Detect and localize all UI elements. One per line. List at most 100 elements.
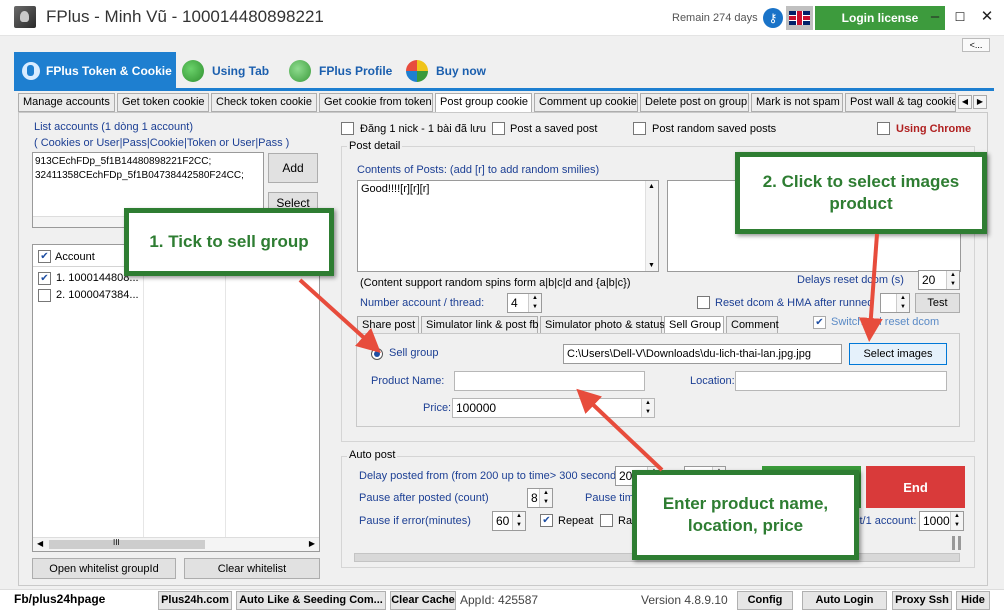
spin-arrows-icon[interactable]: ▲▼ xyxy=(946,271,959,289)
open-whitelist-button[interactable]: Open whitelist groupId xyxy=(32,558,176,579)
per-account-label: st/1 account: xyxy=(854,515,917,527)
price-stepper[interactable]: 100000 ▲ ▼ xyxy=(452,398,655,418)
select-all-checkbox[interactable] xyxy=(38,250,51,263)
hide-button[interactable]: Hide xyxy=(956,591,990,610)
pause-grip-icon xyxy=(952,536,962,550)
collapse-button[interactable]: <... xyxy=(962,38,990,52)
scroll-left-icon[interactable]: ◀ xyxy=(37,539,43,548)
tab-fplus-profile[interactable]: FPlus Profile xyxy=(289,52,409,89)
uk-flag-icon[interactable] xyxy=(786,6,813,30)
spin-arrows-icon[interactable]: ▲▼ xyxy=(896,294,909,312)
spin-arrows-icon[interactable]: ▲▼ xyxy=(528,294,541,312)
location-label: Location: xyxy=(690,375,735,387)
tab-manage-accounts[interactable]: Manage accounts xyxy=(18,93,115,112)
plus24h-button[interactable]: Plus24h.com xyxy=(158,591,232,610)
per-account-stepper[interactable]: 1000 ▲ ▼ xyxy=(919,511,964,531)
auto-login-button[interactable]: Auto Login xyxy=(802,591,887,610)
spin-arrows-icon[interactable]: ▲▼ xyxy=(950,512,963,530)
price-label: Price: xyxy=(423,402,452,414)
spin-note: (Content support random spins form a|b|c… xyxy=(360,277,631,289)
delays-reset-stepper[interactable]: 20 ▲ ▼ xyxy=(918,270,960,290)
tab-scroll-left-button[interactable]: ◀ xyxy=(958,95,972,109)
contents-textarea[interactable]: Good!!!![r][r][r] xyxy=(357,180,659,272)
maximize-button[interactable]: ☐ xyxy=(949,6,971,28)
location-input[interactable] xyxy=(735,371,947,391)
delay-posted-label: Delay posted from (from 200 up to time> … xyxy=(359,470,626,482)
pause-after-stepper[interactable]: 8 ▲ ▼ xyxy=(527,488,553,508)
tab-post-wall-tag-cookie[interactable]: Post wall & tag cookie xyxy=(845,93,956,112)
test-button[interactable]: Test xyxy=(915,293,960,313)
tab-simulator-photo[interactable]: Simulator photo & status xyxy=(540,316,665,334)
switch-reset-dcom-label: Switch ...d reset dcom xyxy=(831,316,940,328)
stepper-value: 4 xyxy=(511,296,518,310)
scroll-up-icon[interactable]: ▲ xyxy=(648,183,655,190)
post-random-saved-label: Post random saved posts xyxy=(652,123,777,135)
tab-buy-now[interactable]: Buy now xyxy=(406,52,506,89)
random-checkbox[interactable] xyxy=(600,514,613,527)
close-button[interactable]: ✕ xyxy=(976,6,998,28)
add-button[interactable]: Add xyxy=(268,153,318,183)
reset-dcom-checkbox[interactable] xyxy=(697,296,710,309)
post-detail-legend: Post detail xyxy=(347,140,403,152)
scroll-grip: III xyxy=(113,538,120,547)
end-button[interactable]: End xyxy=(866,466,965,508)
tab-post-group-cookie[interactable]: Post group cookie xyxy=(435,93,532,113)
reset-dcom-stepper[interactable]: ▲ ▼ xyxy=(880,293,910,313)
select-images-button[interactable]: Select images xyxy=(849,343,947,365)
tab-get-cookie-from-token[interactable]: Get cookie from token xyxy=(319,93,433,112)
grid-scrollbar[interactable]: ◀ III ▶ xyxy=(33,537,319,551)
one-nick-checkbox[interactable] xyxy=(341,122,354,135)
config-button[interactable]: Config xyxy=(737,591,793,610)
tab-comment[interactable]: Comment xyxy=(726,316,779,334)
number-account-stepper[interactable]: 4 ▲ ▼ xyxy=(507,293,542,313)
contents-scrollbar[interactable]: ▲ ▼ xyxy=(645,181,658,271)
tab-check-token-cookie[interactable]: Check token cookie xyxy=(211,93,317,112)
repeat-label: Repeat xyxy=(558,515,594,527)
post-saved-checkbox[interactable] xyxy=(492,122,505,135)
table-row[interactable]: 2. 1000047384... xyxy=(33,287,319,304)
minimize-button[interactable]: – xyxy=(924,6,946,28)
product-name-input[interactable] xyxy=(454,371,645,391)
clear-cache-button[interactable]: Clear Cache xyxy=(390,591,456,610)
page-link[interactable]: Fb/plus24hpage xyxy=(14,592,105,606)
version-label: Version 4.8.9.10 xyxy=(641,593,728,607)
key-icon[interactable]: ⚷ xyxy=(763,8,783,28)
post-random-saved-checkbox[interactable] xyxy=(633,122,646,135)
scroll-down-icon[interactable]: ▼ xyxy=(648,262,655,269)
list-format-label: ( Cookies or User|Pass|Cookie|Token or U… xyxy=(34,137,290,149)
clear-whitelist-button[interactable]: Clear whitelist xyxy=(184,558,320,579)
users-icon xyxy=(289,59,311,82)
proxy-ssh-button[interactable]: Proxy Ssh xyxy=(892,591,952,610)
using-chrome-checkbox[interactable] xyxy=(877,122,890,135)
spin-arrows-icon[interactable]: ▲▼ xyxy=(512,512,525,530)
tab-scroll-right-button[interactable]: ▶ xyxy=(973,95,987,109)
auto-post-legend: Auto post xyxy=(347,449,398,461)
tab-delete-post-on-group[interactable]: Delete post on group xyxy=(640,93,749,112)
image-path-field[interactable]: C:\Users\Dell-V\Downloads\du-lich-thai-l… xyxy=(563,344,842,364)
row-checkbox[interactable] xyxy=(38,272,51,285)
tab-comment-up-cookie[interactable]: Comment up cookie xyxy=(534,93,638,112)
tab-mark-not-spam[interactable]: Mark is not spam xyxy=(751,93,843,112)
pause-after-label: Pause after posted (count) xyxy=(359,492,489,504)
tab-fplus-token-cookie[interactable]: FPlus Token & Cookie xyxy=(14,52,176,89)
scroll-right-icon[interactable]: ▶ xyxy=(309,539,315,548)
tab-using-tab[interactable]: Using Tab xyxy=(182,52,292,89)
token-icon xyxy=(22,61,40,80)
tab-simulator-link[interactable]: Simulator link & post fb xyxy=(421,316,539,334)
row-checkbox[interactable] xyxy=(38,289,51,302)
switch-checkbox[interactable] xyxy=(813,316,826,329)
spin-arrows-icon[interactable]: ▲▼ xyxy=(641,399,654,417)
tab-share-post[interactable]: Share post xyxy=(357,316,419,334)
pause-error-stepper[interactable]: 60 ▲ ▼ xyxy=(492,511,526,531)
annotation-step2: 2. Click to select images product xyxy=(735,152,987,234)
scroll-thumb[interactable]: III xyxy=(49,538,205,549)
tab-label: Using Tab xyxy=(212,63,270,78)
tab-get-token-cookie[interactable]: Get token cookie xyxy=(117,93,209,112)
auto-like-button[interactable]: Auto Like & Seeding Com... xyxy=(236,591,386,610)
remain-days: Remain 274 days xyxy=(672,12,758,24)
using-chrome-label: Using Chrome xyxy=(896,123,972,135)
app-avatar-icon xyxy=(14,6,36,28)
repeat-checkbox[interactable] xyxy=(540,514,553,527)
spin-arrows-icon[interactable]: ▲▼ xyxy=(539,489,552,507)
sell-group-radio[interactable] xyxy=(371,348,383,360)
